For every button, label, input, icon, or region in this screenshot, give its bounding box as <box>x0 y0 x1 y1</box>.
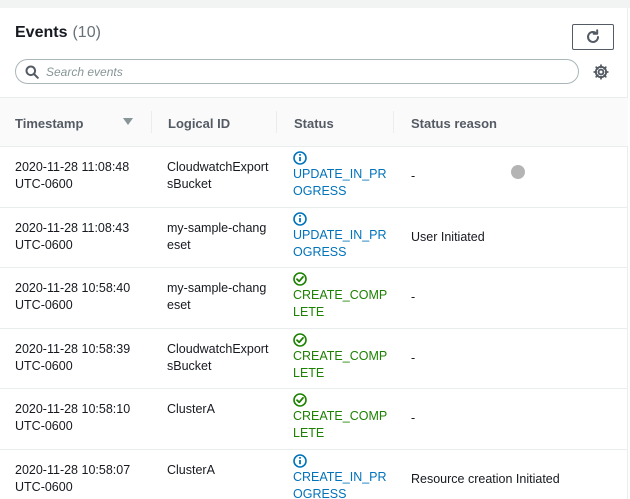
column-header-label: Status reason <box>411 115 497 131</box>
status-cell: CREATE_COMPLETE <box>293 332 393 382</box>
column-header-status-reason[interactable]: Status reason <box>411 98 497 148</box>
table-row: 2020-11-28 10:58:39 UTC-0600 CloudwatchE… <box>0 329 628 389</box>
panel-title: Events <box>15 24 68 41</box>
top-strip <box>0 0 630 8</box>
table-body: 2020-11-28 11:08:48 UTC-0600 CloudwatchE… <box>0 147 628 499</box>
status-cell: CREATE_COMPLETE <box>293 393 393 442</box>
status-text: CREATE_IN_PROGRESS <box>293 469 387 499</box>
timestamp-cell: 2020-11-28 10:58:07 UTC-0600 <box>15 462 131 494</box>
status-text: CREATE_COMPLETE <box>293 288 388 319</box>
status-text: UPDATE_IN_PROGRESS <box>293 167 387 198</box>
table-header: Timestamp Logical ID Status Status reaso… <box>0 97 628 147</box>
logical-id-cell: CloudwatchExportsBucket <box>167 341 269 373</box>
status-reason-cell: User Initiated <box>411 229 485 244</box>
events-table: Timestamp Logical ID Status Status reaso… <box>0 97 628 499</box>
events-panel: Events (10) Timestamp <box>0 8 628 499</box>
panel-header: Events (10) <box>15 24 101 48</box>
status-reason-cell: - <box>411 350 416 365</box>
timestamp-cell: 2020-11-28 10:58:10 UTC-0600 <box>15 402 131 433</box>
status-cell: CREATE_IN_PROGRESS <box>293 453 393 499</box>
timestamp-cell: 2020-11-28 11:08:48 UTC-0600 <box>15 160 130 191</box>
check-circle-icon <box>293 332 307 347</box>
timestamp-cell: 2020-11-28 10:58:39 UTC-0600 <box>15 341 131 373</box>
search-input[interactable] <box>46 64 546 79</box>
logical-id-cell: my-sample-changeset <box>167 220 267 252</box>
status-cell: CREATE_COMPLETE <box>293 272 393 321</box>
column-divider <box>393 111 394 133</box>
column-header-logical-id[interactable]: Logical ID <box>168 98 230 148</box>
search-icon <box>25 65 39 79</box>
status-cell: UPDATE_IN_PROGRESS <box>293 151 393 200</box>
status-reason-cell: - <box>411 411 416 425</box>
table-row: 2020-11-28 11:08:43 UTC-0600 my-sample-c… <box>0 208 628 268</box>
column-divider <box>151 111 152 133</box>
check-circle-icon <box>293 272 307 286</box>
indicator-dot <box>511 165 525 179</box>
table-row: 2020-11-28 10:58:10 UTC-0600 ClusterA CR… <box>0 389 628 450</box>
logical-id-cell: ClusterA <box>167 462 215 477</box>
column-header-status[interactable]: Status <box>294 98 334 148</box>
logical-id-cell: ClusterA <box>167 402 215 416</box>
column-header-timestamp[interactable]: Timestamp <box>15 98 83 148</box>
check-circle-icon <box>293 393 307 407</box>
status-reason-cell: - <box>411 290 416 304</box>
refresh-button[interactable] <box>572 24 614 50</box>
table-row: 2020-11-28 11:08:48 UTC-0600 CloudwatchE… <box>0 147 628 208</box>
table-row: 2020-11-28 10:58:40 UTC-0600 my-sample-c… <box>0 268 628 329</box>
event-count: (10) <box>72 24 101 41</box>
status-text: UPDATE_IN_PROGRESS <box>293 227 387 259</box>
sort-descending-icon[interactable] <box>123 118 133 125</box>
refresh-icon <box>587 29 599 43</box>
status-reason-cell: Resource creation Initiated <box>411 471 560 486</box>
timestamp-cell: 2020-11-28 10:58:40 UTC-0600 <box>15 281 131 312</box>
status-text: CREATE_COMPLETE <box>293 409 388 440</box>
logical-id-cell: CloudwatchExportsBucket <box>167 160 269 191</box>
info-circle-icon <box>293 453 307 468</box>
settings-button[interactable] <box>592 63 610 81</box>
status-cell: UPDATE_IN_PROGRESS <box>293 211 393 261</box>
info-circle-icon <box>293 151 307 165</box>
status-text: CREATE_COMPLETE <box>293 348 388 380</box>
column-divider <box>276 111 277 133</box>
column-header-label: Logical ID <box>168 115 231 131</box>
table-row: 2020-11-28 10:58:07 UTC-0600 ClusterA CR… <box>0 450 628 499</box>
timestamp-cell: 2020-11-28 11:08:43 UTC-0600 <box>15 220 130 252</box>
gear-icon <box>593 64 609 80</box>
logical-id-cell: my-sample-changeset <box>167 281 267 312</box>
info-circle-icon <box>293 211 307 226</box>
search-bar[interactable] <box>15 59 579 84</box>
column-header-label: Status <box>294 115 334 131</box>
column-header-label: Timestamp <box>15 115 84 131</box>
